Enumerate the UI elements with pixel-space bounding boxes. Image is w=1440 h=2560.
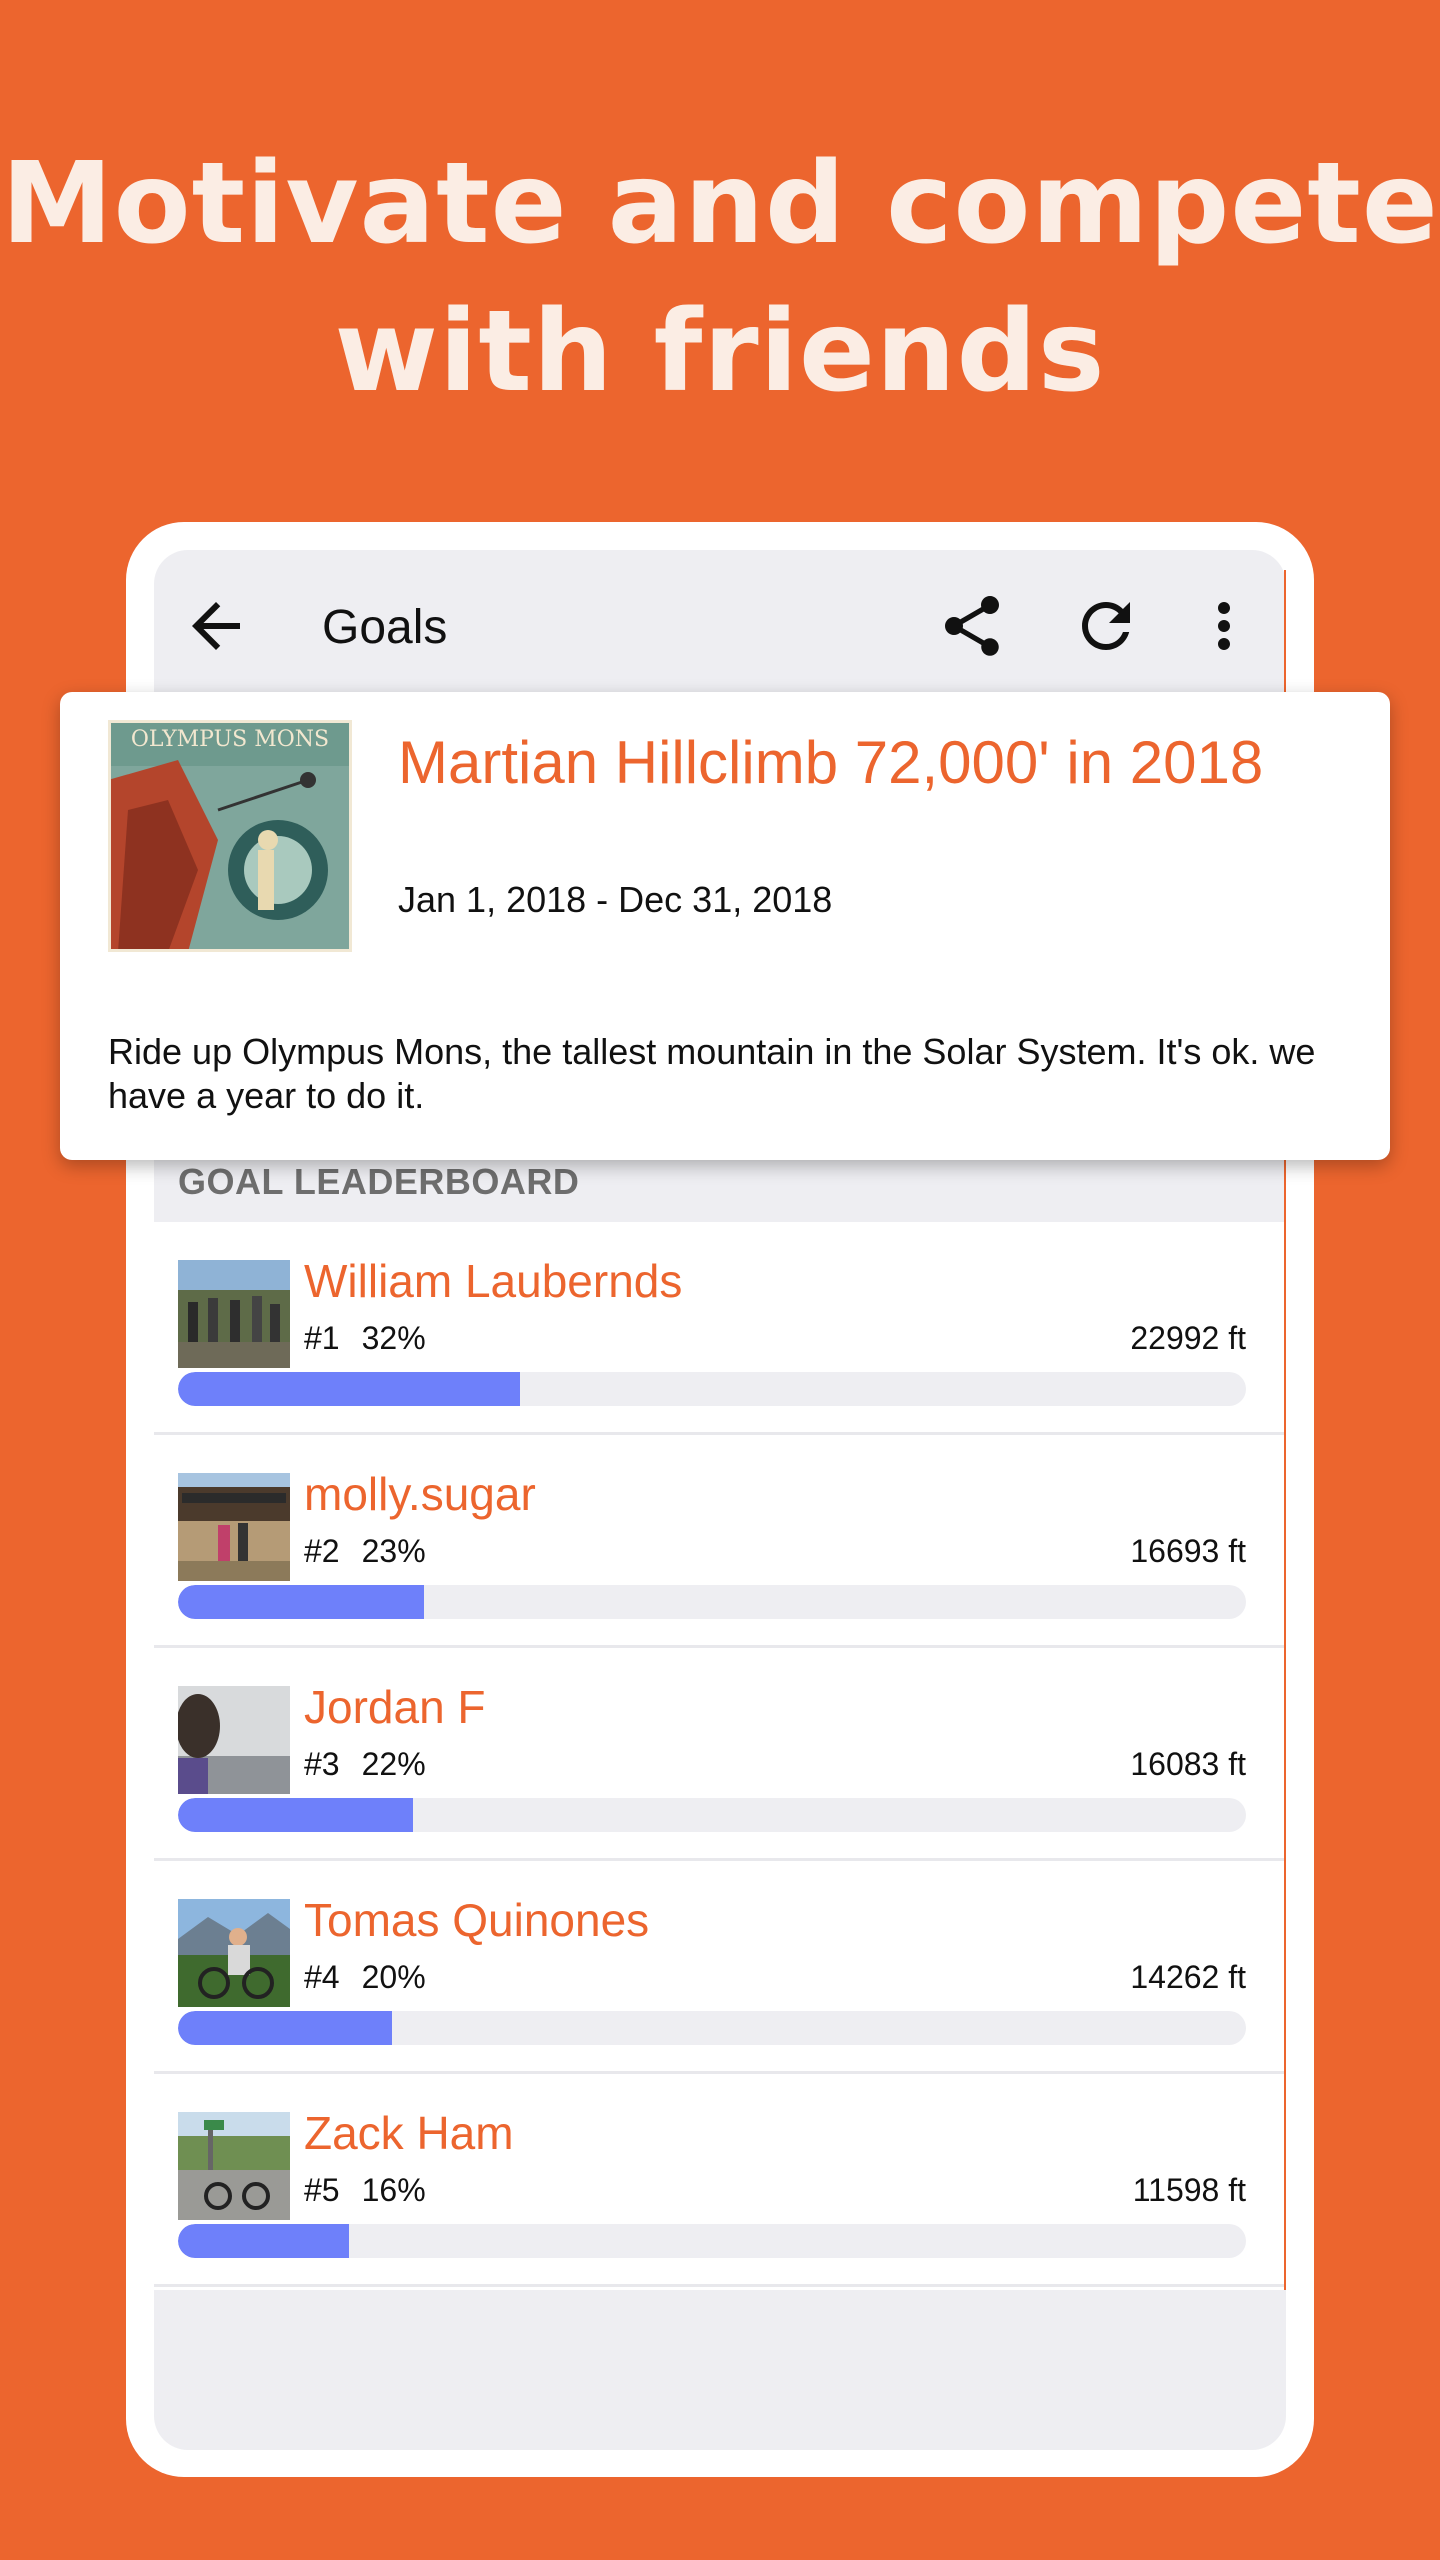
percent-label: 23% — [361, 1533, 426, 1569]
avatar — [178, 1473, 290, 1581]
leaderboard-header: GOAL LEADERBOARD — [154, 1150, 1286, 1222]
avatar — [178, 1686, 290, 1794]
more-vert-icon[interactable] — [1188, 590, 1260, 662]
goal-description: Ride up Olympus Mons, the tallest mounta… — [108, 1031, 1316, 1116]
progress-bar — [178, 1372, 1246, 1406]
poster-caption: OLYMPUS MONS — [131, 727, 329, 752]
user-name[interactable]: Tomas Quinones — [304, 1891, 649, 1949]
distance-label: 16083 ft — [1130, 1746, 1246, 1782]
user-name[interactable]: molly.sugar — [304, 1465, 536, 1523]
avatar — [178, 1260, 290, 1368]
rank-info: #2 23% — [304, 1531, 426, 1571]
goal-poster-image: OLYMPUS MONS — [108, 720, 352, 952]
rank-label: #4 — [304, 1959, 340, 1995]
progress-bar — [178, 2224, 1246, 2258]
distance-label: 16693 ft — [1130, 1533, 1246, 1569]
refresh-icon[interactable] — [1070, 590, 1142, 662]
rank-label: #3 — [304, 1746, 340, 1782]
percent-label: 20% — [361, 1959, 426, 1995]
user-name[interactable]: Jordan F — [304, 1678, 486, 1736]
avatar — [178, 2112, 290, 2220]
leaderboard-list: William Laubernds #1 32% 22992 ft molly.s… — [154, 1222, 1286, 2290]
rank-info: #5 16% — [304, 2170, 426, 2210]
rank-info: #1 32% — [304, 1318, 426, 1358]
goal-title[interactable]: Martian Hillclimb 72,000' in 2018 — [398, 726, 1358, 800]
leaderboard-row[interactable]: Zack Ham #5 16% 11598 ft — [154, 2074, 1286, 2287]
avatar — [178, 1899, 290, 2007]
progress-bar — [178, 1585, 1246, 1619]
distance-label: 11598 ft — [1132, 2172, 1246, 2208]
headline: Motivate and compete with friends — [0, 130, 1440, 426]
share-icon[interactable] — [936, 590, 1008, 662]
percent-label: 22% — [361, 1746, 426, 1782]
leaderboard-row[interactable]: Jordan F #3 22% 16083 ft — [154, 1648, 1286, 1861]
page-title: Goals — [322, 601, 448, 654]
arrow-left-icon[interactable] — [180, 590, 252, 662]
headline-line-1: Motivate and compete — [1, 139, 1439, 269]
leaderboard-row[interactable]: Tomas Quinones #4 20% 14262 ft — [154, 1861, 1286, 2074]
leaderboard-row[interactable]: molly.sugar #2 23% 16693 ft — [154, 1435, 1286, 1648]
distance-label: 14262 ft — [1130, 1959, 1246, 1995]
progress-fill — [178, 1372, 520, 1406]
rank-label: #1 — [304, 1320, 340, 1356]
progress-fill — [178, 1798, 413, 1832]
rank-info: #3 22% — [304, 1744, 426, 1784]
progress-fill — [178, 2224, 349, 2258]
progress-bar — [178, 2011, 1246, 2045]
distance-label: 22992 ft — [1130, 1320, 1246, 1356]
percent-label: 16% — [361, 2172, 426, 2208]
headline-line-2: with friends — [334, 287, 1106, 417]
rank-label: #5 — [304, 2172, 340, 2208]
user-name[interactable]: William Laubernds — [304, 1252, 682, 1310]
progress-bar — [178, 1798, 1246, 1832]
app-bar: Goals — [154, 550, 1286, 700]
rank-label: #2 — [304, 1533, 340, 1569]
goal-dates: Jan 1, 2018 - Dec 31, 2018 — [398, 879, 833, 920]
leaderboard-row[interactable]: William Laubernds #1 32% 22992 ft — [154, 1222, 1286, 1435]
percent-label: 32% — [361, 1320, 426, 1356]
progress-fill — [178, 2011, 392, 2045]
progress-fill — [178, 1585, 424, 1619]
goal-card[interactable]: OLYMPUS MONS Martian Hillclimb 72,000' i… — [60, 692, 1390, 1160]
rank-info: #4 20% — [304, 1957, 426, 1997]
user-name[interactable]: Zack Ham — [304, 2104, 514, 2162]
